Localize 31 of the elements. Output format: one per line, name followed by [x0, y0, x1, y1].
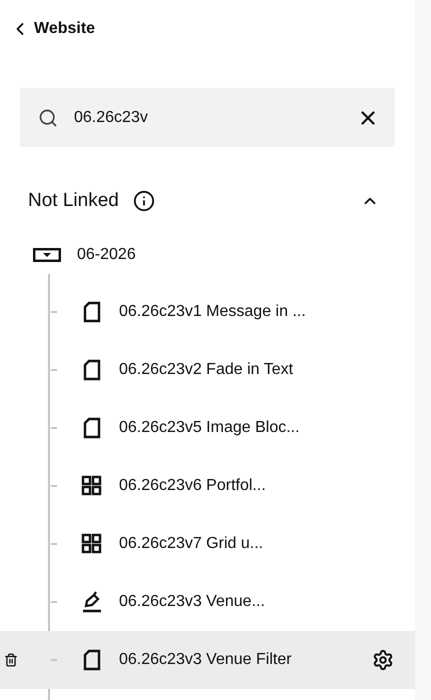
- tree-item[interactable]: 06.26c23v6 Portfol...: [0, 457, 415, 515]
- tree-item[interactable]: 06.26c23v5 Image Bloc...: [0, 399, 415, 457]
- item-label: 06.26c23v2 Fade in Text: [119, 360, 294, 380]
- item-label: 06.26c23v5 Image Bloc...: [119, 418, 300, 438]
- item-label: 06.26c23v6 Portfol...: [119, 476, 266, 496]
- tree-item[interactable]: 06.26c23v7 Grid u...: [0, 515, 415, 573]
- search-icon: [38, 108, 58, 128]
- pen-icon: [81, 591, 103, 613]
- info-icon[interactable]: [132, 190, 155, 212]
- trash-icon[interactable]: [4, 653, 18, 667]
- tree-item[interactable]: 06.26c23v1 Message in ...: [0, 283, 415, 341]
- item-label: 06.26c23v3 Venue Filter: [119, 650, 292, 670]
- grid-icon: [81, 533, 103, 555]
- page-icon: [83, 301, 101, 323]
- tree-item[interactable]: 06.26c23v3 Venue Filter: [0, 631, 415, 689]
- folder-icon: [33, 248, 61, 262]
- item-label: 06.26c23v3 Venue...: [119, 592, 265, 612]
- search-field[interactable]: 06.26c23v: [20, 88, 395, 147]
- grid-icon: [81, 475, 103, 497]
- item-label: 06.26c23v7 Grid u...: [119, 534, 264, 554]
- tree-item[interactable]: 06.26c23v3 Venue...: [0, 573, 415, 631]
- page-icon: [83, 359, 101, 381]
- page-icon: [83, 649, 101, 671]
- item-label: 06.26c23v1 Message in ...: [119, 302, 306, 322]
- section-title: Not Linked: [28, 188, 119, 213]
- tree-item[interactable]: 06.26c23v2 Fade in Text: [0, 341, 415, 399]
- search-input[interactable]: 06.26c23v: [74, 106, 357, 130]
- folder-label[interactable]: 06-2026: [77, 243, 136, 267]
- page-icon: [83, 417, 101, 439]
- back-button[interactable]: Website: [10, 17, 415, 41]
- settings-icon[interactable]: [372, 649, 394, 671]
